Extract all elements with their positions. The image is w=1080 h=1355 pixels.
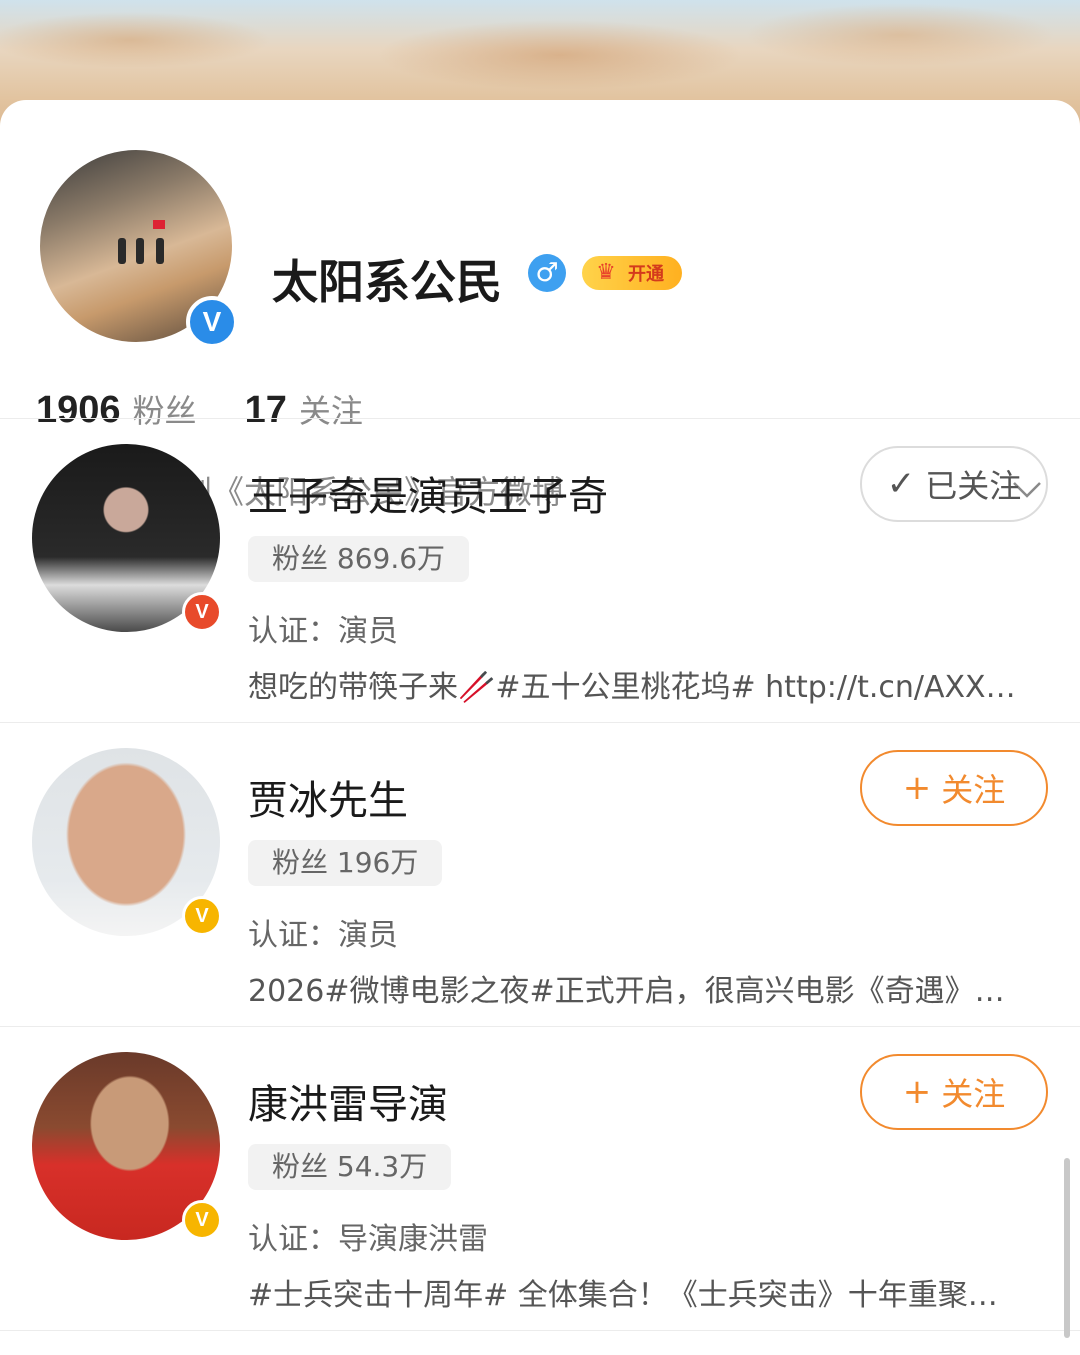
- user-fans-badge: 粉丝 869.6万: [248, 536, 470, 582]
- avatar-figure: [136, 238, 144, 264]
- followed-button[interactable]: ✓ 已关注: [860, 446, 1048, 522]
- verified-yellow-icon: V: [182, 1200, 222, 1240]
- vip-label: 开通: [628, 264, 664, 285]
- checkmark-icon: ✓: [886, 464, 916, 504]
- user-name[interactable]: 康洪雷导演: [248, 1072, 448, 1130]
- profile-card: V 太阳系公民 ♂ ♛ 开通 1906 粉丝 17 关注 电视剧《太阳系公民》官…: [0, 100, 1080, 1355]
- user-certification: 认证：导演康洪雷: [248, 1222, 488, 1257]
- user-description: #士兵突击十周年# 全体集合！《士兵突击》十年重聚…: [248, 1278, 998, 1313]
- user-description: 想吃的带筷子来🥢#五十公里桃花坞# http://t.cn/AXX…: [248, 670, 1016, 705]
- plus-icon: +: [902, 1072, 932, 1112]
- verified-yellow-icon: V: [182, 896, 222, 936]
- user-fans-badge: 粉丝 54.3万: [248, 1144, 452, 1190]
- divider: [0, 722, 1080, 723]
- user-description: 2026#微博电影之夜#正式开启，很高兴电影《奇遇》…: [248, 974, 1005, 1009]
- verified-blue-icon: V: [186, 296, 238, 348]
- crown-icon: ♛: [596, 260, 616, 285]
- button-label: 关注: [941, 771, 1006, 809]
- avatar-flag: [153, 220, 165, 229]
- plus-icon: +: [902, 768, 932, 808]
- divider: [0, 418, 1080, 419]
- follow-button[interactable]: + 关注: [860, 750, 1048, 826]
- user-row[interactable]: V 贾冰先生 粉丝 196万 认证：演员 2026#微博电影之夜#正式开启，很高…: [0, 724, 1080, 1028]
- scrollbar[interactable]: [1064, 1158, 1070, 1338]
- user-certification: 认证：演员: [248, 918, 398, 953]
- user-name[interactable]: 贾冰先生: [248, 768, 408, 826]
- user-certification: 认证：演员: [248, 614, 398, 649]
- male-gender-icon: ♂: [528, 254, 566, 292]
- profile-name: 太阳系公民: [272, 255, 502, 309]
- vip-open-badge[interactable]: ♛ 开通: [582, 256, 682, 290]
- button-label: 已关注: [925, 467, 1022, 505]
- follow-button[interactable]: + 关注: [860, 1054, 1048, 1130]
- user-fans-badge: 粉丝 196万: [248, 840, 443, 886]
- user-row[interactable]: V 王子奇是演员王子奇 粉丝 869.6万 认证：演员 想吃的带筷子来🥢#五十公…: [0, 420, 1080, 724]
- avatar-figure: [118, 238, 126, 264]
- divider: [0, 1330, 1080, 1331]
- user-row[interactable]: V 康洪雷导演 粉丝 54.3万 认证：导演康洪雷 #士兵突击十周年# 全体集合…: [0, 1028, 1080, 1332]
- verified-red-icon: V: [182, 592, 222, 632]
- user-name[interactable]: 王子奇是演员王子奇: [248, 464, 608, 522]
- button-label: 关注: [941, 1075, 1006, 1113]
- avatar-figure: [156, 238, 164, 264]
- divider: [0, 1026, 1080, 1027]
